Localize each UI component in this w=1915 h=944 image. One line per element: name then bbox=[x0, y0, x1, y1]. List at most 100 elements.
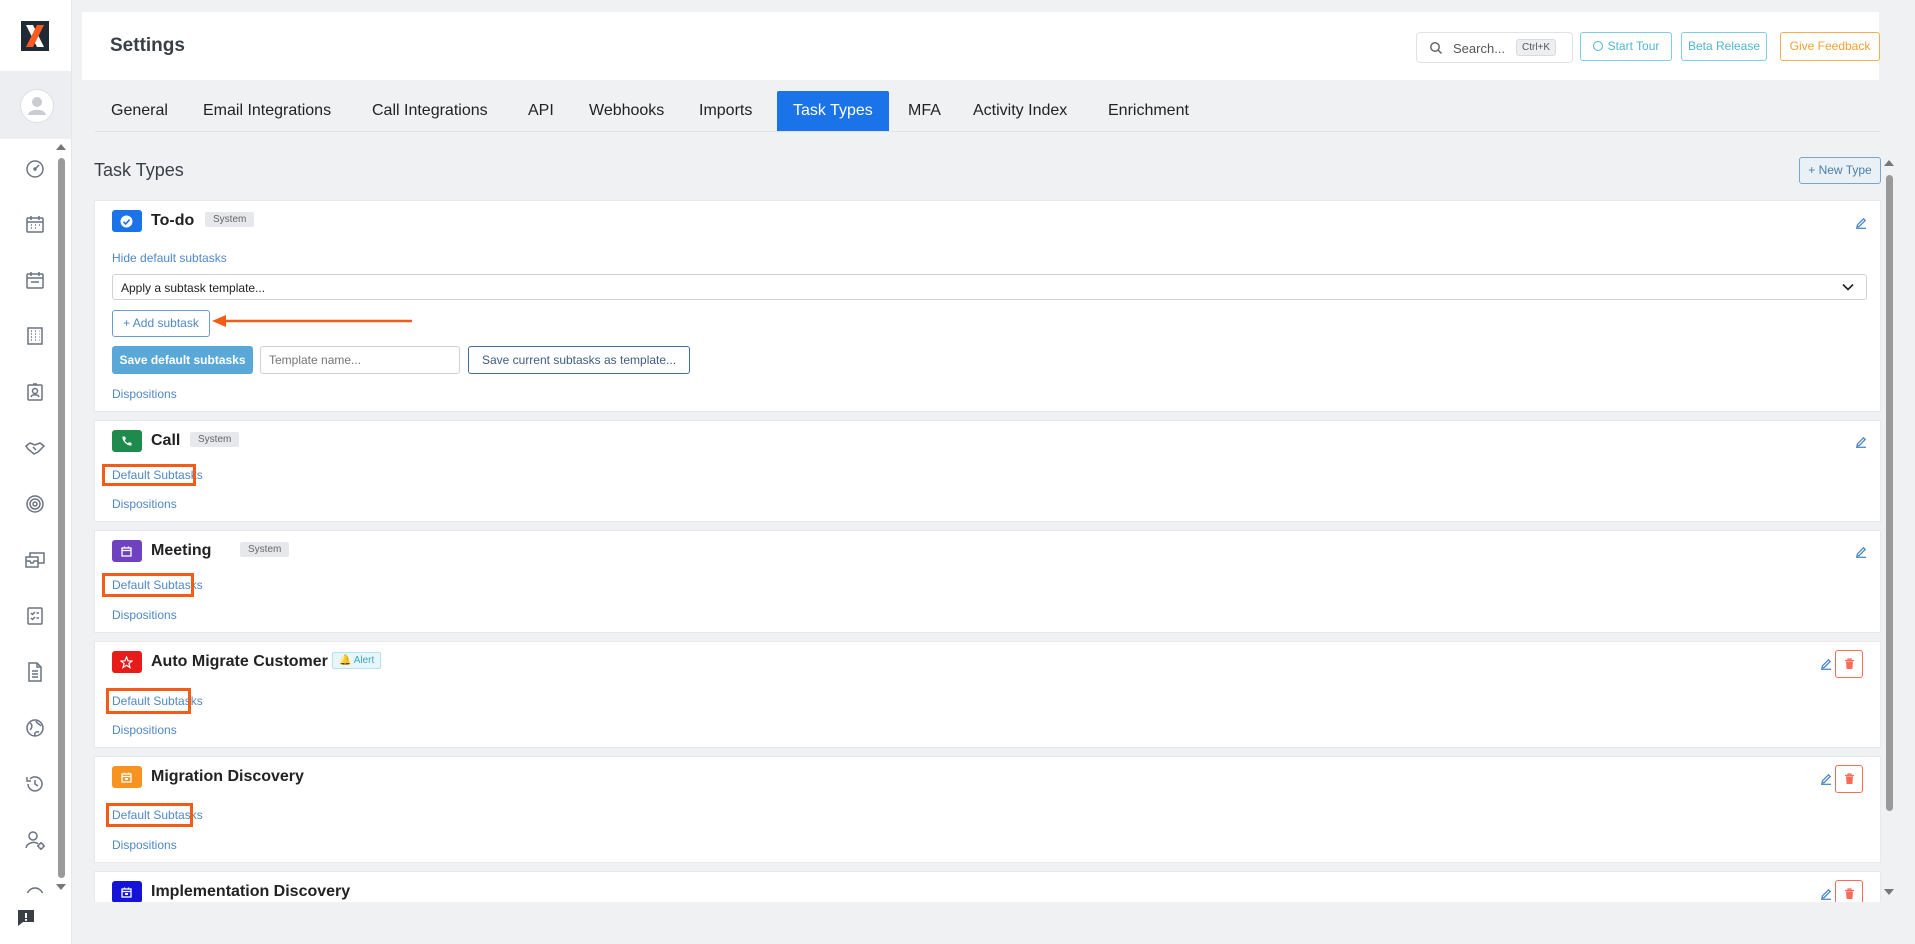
chevron-down-icon bbox=[1842, 283, 1854, 291]
beta-release-button[interactable]: Beta Release bbox=[1681, 32, 1767, 61]
globe-icon[interactable] bbox=[24, 717, 46, 739]
play-circle-icon bbox=[1592, 41, 1603, 51]
new-type-button[interactable]: + New Type bbox=[1799, 157, 1881, 184]
help-icon[interactable] bbox=[24, 885, 46, 893]
tab-activity-index[interactable]: Activity Index bbox=[973, 91, 1067, 131]
task-type-icon bbox=[112, 430, 142, 452]
feedback-message-icon[interactable] bbox=[16, 909, 36, 927]
hide-default-subtasks-link[interactable]: Hide default subtasks bbox=[112, 251, 227, 265]
task-type-card-meeting: Meeting System Default Subtasks Disposit… bbox=[94, 530, 1881, 633]
template-name-input[interactable] bbox=[260, 346, 460, 374]
task-type-card-todo: To-do System Hide default subtasks Apply… bbox=[94, 200, 1881, 412]
handshake-icon[interactable] bbox=[24, 437, 46, 459]
content-scrollbar[interactable] bbox=[1886, 175, 1893, 811]
trash-icon bbox=[1845, 888, 1854, 899]
tab-call-integrations[interactable]: Call Integrations bbox=[372, 91, 488, 131]
annotation-arrow bbox=[212, 315, 412, 327]
star-icon bbox=[120, 656, 133, 669]
start-tour-button[interactable]: Start Tour bbox=[1580, 32, 1672, 61]
task-type-icon bbox=[112, 651, 142, 673]
edit-icon[interactable] bbox=[1855, 217, 1867, 229]
dispositions-link[interactable]: Dispositions bbox=[112, 608, 177, 622]
phone-icon bbox=[122, 436, 132, 446]
subtask-template-select-value: Apply a subtask template... bbox=[121, 281, 266, 295]
tab-imports[interactable]: Imports bbox=[699, 91, 752, 131]
annotation-highlight-box bbox=[106, 688, 191, 714]
tab-api[interactable]: API bbox=[528, 91, 554, 131]
tab-mfa[interactable]: MFA bbox=[908, 91, 941, 131]
dispositions-link[interactable]: Dispositions bbox=[112, 497, 177, 511]
task-type-icon bbox=[112, 881, 142, 902]
avatar[interactable] bbox=[20, 89, 54, 123]
tab-task-types[interactable]: Task Types bbox=[777, 91, 889, 131]
inbox-icon[interactable] bbox=[24, 549, 46, 571]
history-icon[interactable] bbox=[24, 773, 46, 795]
user-settings-icon[interactable] bbox=[24, 829, 46, 851]
dispositions-link[interactable]: Dispositions bbox=[112, 838, 177, 852]
system-badge: System bbox=[240, 542, 290, 557]
tab-general[interactable]: General bbox=[111, 91, 168, 131]
task-type-name: Migration Discovery bbox=[151, 768, 304, 785]
dispositions-link[interactable]: Dispositions bbox=[112, 723, 177, 737]
task-type-card-implementation-discovery: Implementation Discovery bbox=[94, 871, 1881, 902]
calendar-icon bbox=[121, 772, 132, 783]
check-circle-icon bbox=[120, 215, 133, 228]
calendar-icon bbox=[121, 887, 132, 898]
annotation-highlight-box bbox=[106, 803, 193, 827]
system-badge: System bbox=[190, 432, 240, 447]
task-type-card-auto-migrate-customer: Auto Migrate Customer 🔔 Alert Default Su… bbox=[94, 641, 1881, 748]
task-type-name: To-do bbox=[151, 212, 195, 229]
page-title: Settings bbox=[110, 35, 185, 56]
section-title: Task Types bbox=[94, 160, 184, 180]
sidebar-scroll-up[interactable] bbox=[56, 144, 66, 150]
dispositions-link[interactable]: Dispositions bbox=[112, 387, 177, 401]
trash-icon bbox=[1845, 773, 1854, 784]
tab-enrichment[interactable]: Enrichment bbox=[1108, 91, 1189, 131]
bell-icon: 🔔 bbox=[339, 655, 352, 666]
subtask-template-select[interactable]: Apply a subtask template... bbox=[112, 274, 1867, 300]
calendar-icon bbox=[121, 546, 132, 557]
alert-badge-label: Alert bbox=[353, 655, 375, 666]
start-tour-label: Start Tour bbox=[1607, 39, 1660, 53]
search-icon bbox=[1430, 42, 1443, 55]
building-icon[interactable] bbox=[24, 325, 46, 347]
task-type-icon bbox=[112, 540, 142, 562]
user-avatar-area[interactable] bbox=[0, 71, 71, 139]
dashboard-gauge-icon[interactable] bbox=[24, 157, 46, 179]
save-subtasks-as-template-button[interactable]: Save current subtasks as template... bbox=[468, 346, 690, 374]
tab-webhooks[interactable]: Webhooks bbox=[589, 91, 664, 131]
checklist-icon[interactable] bbox=[24, 605, 46, 627]
calendar-icon[interactable] bbox=[24, 213, 46, 235]
task-type-icon bbox=[112, 766, 142, 788]
contact-card-icon[interactable] bbox=[24, 381, 46, 403]
edit-icon[interactable] bbox=[1820, 658, 1832, 670]
task-types-list: To-do System Hide default subtasks Apply… bbox=[94, 200, 1881, 902]
edit-icon[interactable] bbox=[1820, 773, 1832, 785]
search-placeholder: Search... bbox=[1453, 41, 1506, 56]
edit-icon[interactable] bbox=[1855, 546, 1867, 558]
document-icon[interactable] bbox=[24, 661, 46, 683]
target-icon[interactable] bbox=[24, 493, 46, 515]
annotation-highlight-box bbox=[102, 573, 194, 597]
content-scroll-down[interactable] bbox=[1884, 889, 1894, 895]
calendar-icon[interactable] bbox=[24, 269, 46, 291]
sidebar-scrollbar[interactable] bbox=[58, 158, 65, 878]
add-subtask-button[interactable]: + Add subtask bbox=[112, 310, 210, 337]
sidebar-scroll-down[interactable] bbox=[56, 884, 66, 890]
task-type-name: Meeting bbox=[151, 542, 212, 559]
alert-badge: 🔔 Alert bbox=[332, 652, 382, 669]
search-input[interactable]: Search... Ctrl+K bbox=[1416, 32, 1573, 63]
delete-button[interactable] bbox=[1835, 650, 1863, 678]
tab-email-integrations[interactable]: Email Integrations bbox=[203, 91, 331, 131]
delete-button[interactable] bbox=[1835, 880, 1863, 902]
tabs-divider bbox=[95, 131, 1880, 132]
edit-icon[interactable] bbox=[1820, 888, 1832, 900]
delete-button[interactable] bbox=[1835, 765, 1863, 793]
system-badge: System bbox=[205, 212, 255, 227]
top-header: Settings Search... Ctrl+K Start Tour Bet… bbox=[82, 12, 1880, 80]
app-logo[interactable] bbox=[21, 21, 49, 51]
give-feedback-button[interactable]: Give Feedback bbox=[1780, 32, 1880, 61]
content-scroll-up[interactable] bbox=[1884, 160, 1894, 166]
save-default-subtasks-button[interactable]: Save default subtasks bbox=[112, 346, 253, 374]
edit-icon[interactable] bbox=[1855, 436, 1867, 448]
